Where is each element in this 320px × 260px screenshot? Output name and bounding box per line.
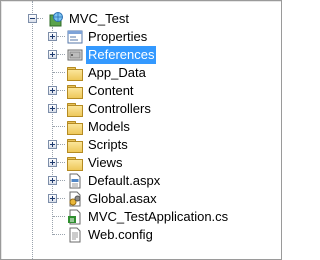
tree-line (57, 108, 65, 109)
tree-item-web-config[interactable]: Web.config (1, 226, 281, 244)
aspx-file-icon (69, 173, 81, 189)
tree-item-mvc-testapplication-cs[interactable]: MVC_TestApplication.cs (1, 208, 281, 226)
tree-item-references[interactable]: References (1, 46, 281, 64)
tree-item-properties[interactable]: Properties (1, 28, 281, 46)
tree-item-label: Global.asax (88, 191, 157, 206)
tree-item-label: Scripts (88, 137, 128, 152)
folder-icon (67, 157, 83, 171)
expand-default-aspx-button[interactable] (48, 176, 57, 185)
expand-controllers-button[interactable] (48, 104, 57, 113)
tree-item-label: App_Data (88, 65, 146, 80)
csharp-file-icon (68, 209, 81, 225)
tree-item-label: Views (88, 155, 123, 170)
folder-icon (67, 85, 83, 99)
tree-item-views[interactable]: Views (1, 154, 281, 172)
expand-properties-button[interactable] (48, 32, 57, 41)
folder-icon (67, 121, 83, 135)
config-file-icon (69, 227, 81, 243)
tree-line (37, 18, 43, 19)
tree-item-default-aspx[interactable]: Default.aspx (1, 172, 281, 190)
tree-line (57, 54, 65, 55)
tree-item-label: Models (88, 119, 130, 134)
tree-item-content[interactable]: Content (1, 82, 281, 100)
tree-item-scripts[interactable]: Scripts (1, 136, 281, 154)
tree-line (53, 234, 65, 235)
tree-item-label: Default.aspx (88, 173, 161, 188)
tree-item-label: Web.config (88, 227, 153, 242)
folder-icon (67, 139, 83, 153)
expand-content-button[interactable] (48, 86, 57, 95)
solution-explorer-panel: MVC_Test Properties References App_Data … (0, 0, 282, 260)
tree-line (57, 144, 65, 145)
web-project-icon (49, 12, 63, 27)
tree-line (57, 36, 65, 37)
tree-line (57, 162, 65, 163)
properties-icon (67, 30, 83, 44)
expand-references-button[interactable] (48, 50, 57, 59)
tree-line (53, 72, 65, 73)
tree-item-label: MVC_TestApplication.cs (88, 209, 229, 224)
expand-global-asax-button[interactable] (48, 194, 57, 203)
tree-line (53, 216, 65, 217)
expand-views-button[interactable] (48, 158, 57, 167)
tree-item-controllers[interactable]: Controllers (1, 100, 281, 118)
folder-icon (67, 103, 83, 117)
tree-line (57, 90, 65, 91)
asax-file-icon (69, 191, 81, 207)
references-icon (67, 49, 83, 61)
tree-line (57, 180, 65, 181)
tree-item-label: Content (88, 83, 134, 98)
expand-scripts-button[interactable] (48, 140, 57, 149)
tree-line (57, 198, 65, 199)
tree-item-label: Properties (88, 29, 148, 44)
tree-item-label: References (86, 46, 157, 64)
tree-item-models[interactable]: Models (1, 118, 281, 136)
tree-item-label: Controllers (88, 101, 151, 116)
tree-item-app-data[interactable]: App_Data (1, 64, 281, 82)
project-name: MVC_Test (69, 11, 129, 26)
tree-item-global-asax[interactable]: Global.asax (1, 190, 281, 208)
solution-tree: MVC_Test Properties References App_Data … (1, 1, 281, 259)
folder-icon (67, 67, 83, 81)
collapse-project-button[interactable] (28, 14, 37, 23)
tree-line (53, 126, 65, 127)
project-node[interactable]: MVC_Test (1, 10, 281, 28)
